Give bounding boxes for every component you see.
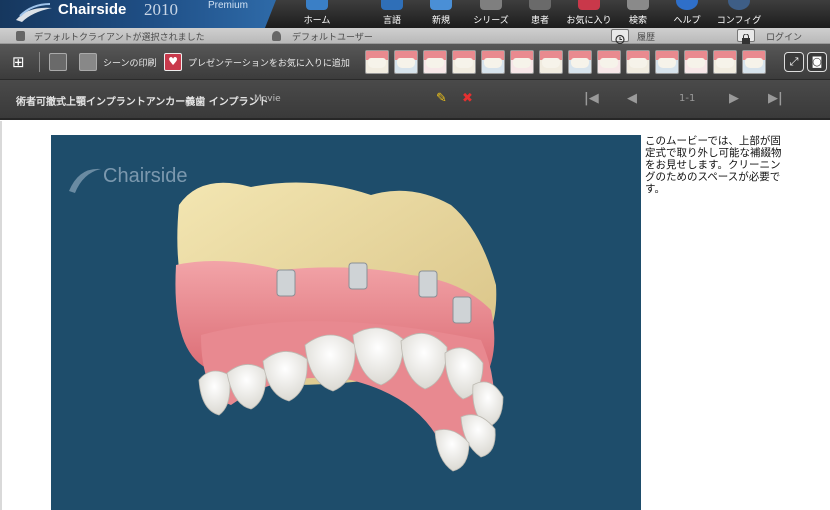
scene-thumbnail[interactable] <box>568 50 592 74</box>
menu-favorites[interactable]: お気に入り <box>562 0 616 28</box>
user-icon <box>272 31 281 41</box>
menu-label: 新規 <box>431 16 450 26</box>
thumbnail-teeth <box>658 58 676 68</box>
main-content: Chairside このムービーでは、上部が固定式で取り外し可能な補綴物をお見せ… <box>0 121 830 510</box>
page-indicator: 1-1 <box>679 93 696 104</box>
menu-new[interactable]: 新規 <box>414 0 468 28</box>
menu-bar: Chairside 2010 Premium ホーム 言語 新規 シリーズ 患者… <box>0 0 830 28</box>
scene-thumbnail[interactable] <box>742 50 766 74</box>
scene-thumbnail[interactable] <box>481 50 505 74</box>
layout-grid-icon[interactable]: ⊞ <box>12 53 30 71</box>
scene-thumbnail[interactable] <box>539 50 563 74</box>
scene-thumbnail[interactable] <box>394 50 418 74</box>
thumbnail-teeth <box>716 58 734 68</box>
movie-title: 術者可撤式上顎インプラントアンカー義歯 インプラント <box>16 97 269 108</box>
scene-thumbnail[interactable] <box>684 50 708 74</box>
menu-help[interactable]: ヘルプ <box>660 0 714 28</box>
thumbnail-teeth <box>397 58 415 68</box>
client-status: デフォルトクライアントが選択されました <box>34 33 205 43</box>
menu-home[interactable]: ホーム <box>290 0 344 28</box>
menu-patient[interactable]: 患者 <box>513 0 567 28</box>
scene-thumbnail[interactable] <box>597 50 621 74</box>
camera-button[interactable]: ◙ <box>807 52 827 72</box>
thumbnail-teeth <box>484 58 502 68</box>
denture-illustration <box>175 182 504 472</box>
delete-icon[interactable]: ✖ <box>462 91 473 106</box>
scene-thumbnail[interactable] <box>423 50 447 74</box>
toolbar-divider <box>39 52 40 72</box>
login-label[interactable]: ログイン <box>766 30 802 43</box>
login-button[interactable] <box>737 29 755 44</box>
print-scene-button[interactable]: シーンの印刷 <box>103 56 157 69</box>
next-page-button[interactable]: ▶ <box>729 91 739 106</box>
patient-icon <box>529 0 551 10</box>
app-year: 2010 <box>144 0 178 19</box>
thumbnail-teeth <box>745 58 763 68</box>
menu-label: ヘルプ <box>673 16 701 26</box>
logo-swoosh-icon <box>16 3 52 22</box>
movie-title-bar: 術者可撤式上顎インプラントアンカー義歯 インプラント Movie ✎ ✖ |◀ … <box>0 80 830 120</box>
movie-type-label: Movie <box>254 94 281 104</box>
menu-label: ホーム <box>303 16 331 26</box>
scene-thumbnail[interactable] <box>626 50 650 74</box>
thumbnail-teeth <box>426 58 444 68</box>
home-icon <box>306 0 328 10</box>
config-icon <box>728 0 750 10</box>
prev-page-button[interactable]: ◀ <box>627 91 637 106</box>
thumbnail-teeth <box>571 58 589 68</box>
client-icon <box>16 31 25 41</box>
user-status: デフォルトユーザー <box>292 33 373 43</box>
first-page-button[interactable]: |◀ <box>584 91 599 106</box>
scene-thumbnail[interactable] <box>452 50 476 74</box>
scene-thumbnail[interactable] <box>655 50 679 74</box>
status-bar: デフォルトクライアントが選択されました デフォルトユーザー 履歴 ログイン <box>0 28 830 45</box>
scene-thumbnail[interactable] <box>713 50 737 74</box>
menu-label: 検索 <box>628 16 647 26</box>
menu-label: お気に入り <box>566 16 612 26</box>
movie-description: このムービーでは、上部が固定式で取り外し可能な補綴物をお見せします。クリーニング… <box>645 135 782 195</box>
menu-series[interactable]: シリーズ <box>464 0 518 28</box>
movie-player[interactable]: Chairside <box>51 135 641 510</box>
thumbnail-teeth <box>600 58 618 68</box>
printer-icon[interactable] <box>79 53 97 71</box>
thumbnail-teeth <box>629 58 647 68</box>
series-icon <box>480 0 502 10</box>
menu-label: シリーズ <box>473 16 509 26</box>
thumbnail-teeth <box>687 58 705 68</box>
thumbnail-teeth <box>368 58 386 68</box>
thumbnail-teeth <box>513 58 531 68</box>
language-icon <box>381 0 403 10</box>
pencil-icon[interactable]: ✎ <box>436 91 447 106</box>
app-edition: Premium <box>208 0 249 11</box>
menu-config[interactable]: コンフィグ <box>712 0 766 28</box>
content-left-border <box>0 121 2 510</box>
app-logo: Chairside 2010 Premium <box>0 0 276 28</box>
help-icon <box>676 0 698 10</box>
menu-label: 言語 <box>382 16 401 26</box>
export-icon[interactable] <box>49 53 67 71</box>
menu-label: 患者 <box>530 16 549 26</box>
menu-language[interactable]: 言語 <box>365 0 419 28</box>
last-page-button[interactable]: ▶| <box>768 91 783 106</box>
favorites-icon <box>578 0 600 10</box>
heart-icon[interactable]: ♥ <box>164 53 182 71</box>
scene-thumbnail[interactable] <box>365 50 389 74</box>
toolbar: ⊞ シーンの印刷 ♥ プレゼンテーションをお気に入りに追加 ⤢ ◙ <box>0 44 830 80</box>
new-icon <box>430 0 452 10</box>
fullscreen-button[interactable]: ⤢ <box>784 52 804 72</box>
menu-search[interactable]: 検索 <box>611 0 665 28</box>
scene-thumbnail[interactable] <box>510 50 534 74</box>
thumbnail-teeth <box>455 58 473 68</box>
app-brand: Chairside <box>58 1 127 18</box>
history-label[interactable]: 履歴 <box>637 30 655 43</box>
search-icon <box>627 0 649 10</box>
history-button[interactable] <box>611 29 629 45</box>
add-to-favorites-button[interactable]: プレゼンテーションをお気に入りに追加 <box>188 56 350 69</box>
thumbnail-teeth <box>542 58 560 68</box>
menu-label: コンフィグ <box>716 16 762 26</box>
